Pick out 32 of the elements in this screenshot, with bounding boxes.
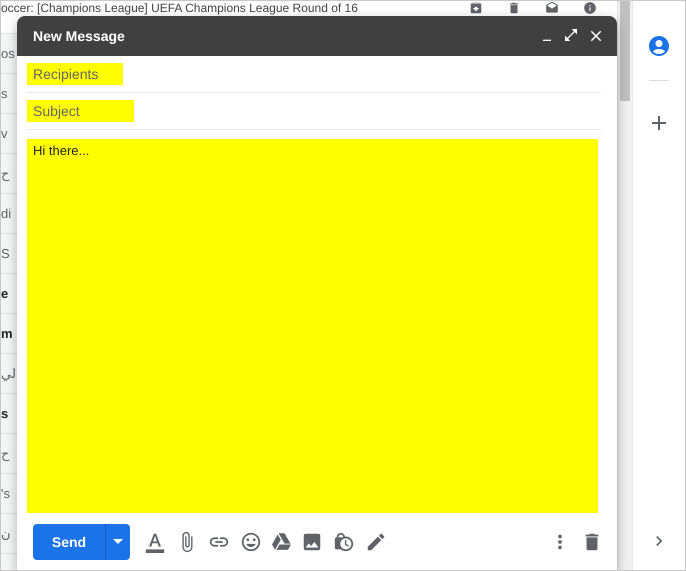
message-body-field[interactable]: Hi there... xyxy=(27,139,598,513)
info-icon[interactable] xyxy=(583,1,597,15)
triangle-icon[interactable] xyxy=(272,532,291,551)
email-row-text[interactable]: ح xyxy=(1,166,9,181)
contacts-icon[interactable] xyxy=(647,34,671,58)
caret-icon xyxy=(113,539,123,544)
trash-icon[interactable] xyxy=(507,1,521,15)
email-row-text[interactable]: os xyxy=(1,46,15,61)
email-row-text[interactable]: 's xyxy=(1,486,10,501)
smiley-icon[interactable] xyxy=(240,530,262,552)
lock-clock-icon[interactable] xyxy=(333,530,355,552)
email-row-text[interactable]: s xyxy=(1,86,8,101)
archive-icon[interactable] xyxy=(469,1,483,15)
email-row-text[interactable]: v xyxy=(1,126,8,141)
email-row-text[interactable]: لي xyxy=(1,366,16,381)
pen-icon[interactable] xyxy=(365,530,387,552)
email-row-text[interactable]: di xyxy=(1,206,12,221)
envelope-icon[interactable] xyxy=(545,1,559,15)
window-title: New Message xyxy=(33,28,126,44)
email-row-text[interactable]: ن xyxy=(1,526,11,541)
email-row-text[interactable]: s xyxy=(1,406,8,421)
subject-field[interactable]: Subject xyxy=(27,100,134,122)
email-row-text[interactable]: ح xyxy=(1,446,9,461)
expand-icon[interactable] xyxy=(563,27,579,43)
email-row-text[interactable]: S xyxy=(1,246,10,261)
email-row-text[interactable]: e xyxy=(1,286,8,301)
send-button[interactable]: Send xyxy=(33,524,105,560)
email-row-text[interactable]: m xyxy=(1,326,13,341)
scrollbar-thumb[interactable] xyxy=(620,1,630,101)
send-options-button[interactable] xyxy=(105,524,130,560)
email-subject: occer: [Champions League] UEFA Champions League Round of 16 xyxy=(1,1,358,15)
recipients-field[interactable]: Recipients xyxy=(27,63,123,85)
